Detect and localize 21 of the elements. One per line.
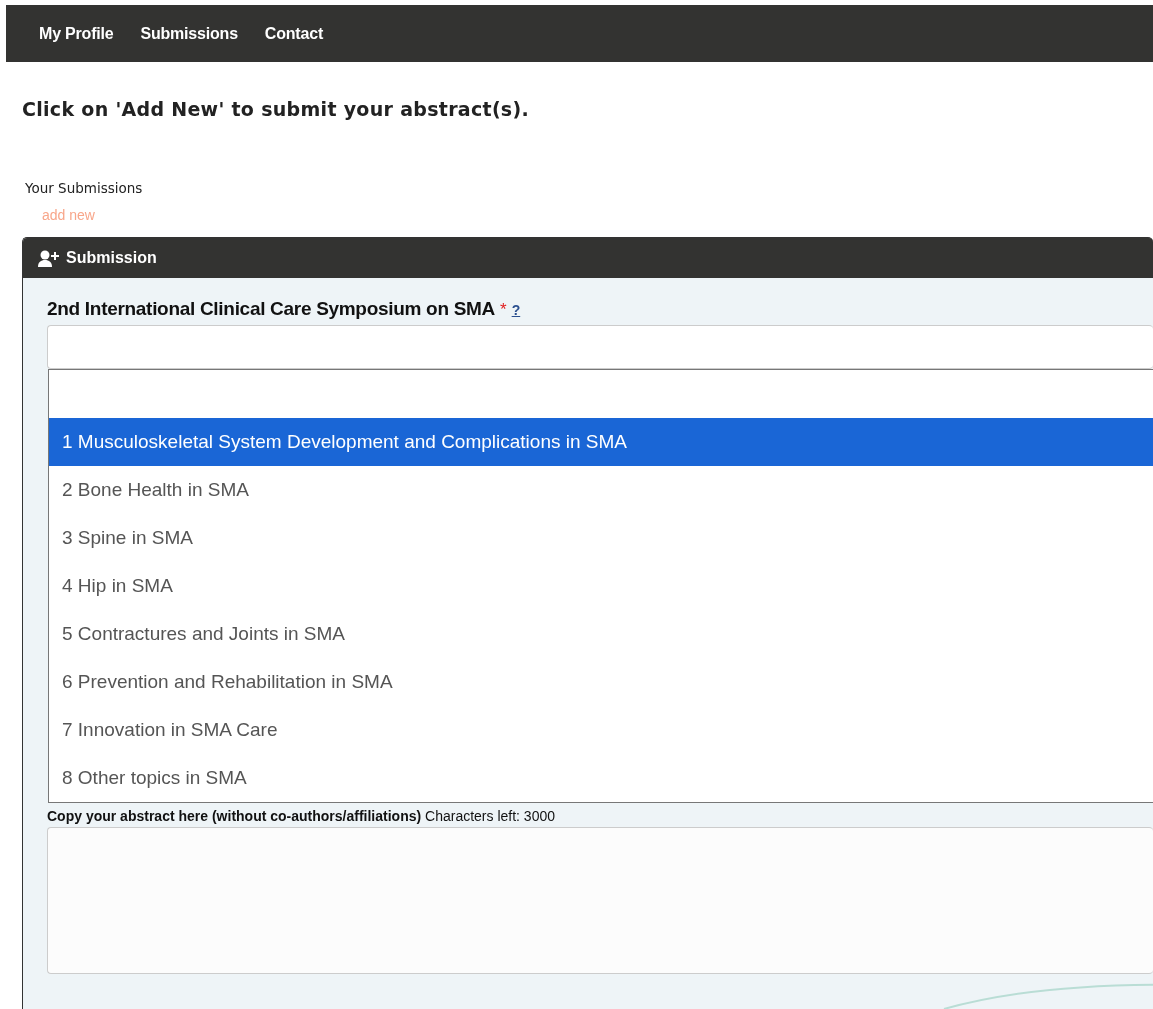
panel-title: Submission [66, 249, 157, 267]
required-mark: * [500, 300, 507, 320]
abstract-label: Copy your abstract here (without co-authors/affiliations) Characters left: 3000 [47, 808, 556, 824]
dropdown-option[interactable]: 5 Contractures and Joints in SMA [49, 610, 1153, 658]
help-link[interactable]: ? [511, 302, 521, 318]
nav-link[interactable]: Contact [264, 24, 323, 43]
dropdown-option[interactable]: 6 Prevention and Rehabilitation in SMA [49, 658, 1153, 706]
dropdown-option[interactable]: 7 Innovation in SMA Care [49, 706, 1153, 754]
field-label: 2nd International Clinical Care Symposium on SMA [47, 298, 495, 320]
dropdown-option[interactable]: 8 Other topics in SMA [49, 754, 1153, 802]
page-heading: Click on 'Add New' to submit your abstract(s). [22, 98, 530, 120]
dropdown-option[interactable]: 3 Spine in SMA [49, 514, 1153, 562]
select-field[interactable] [47, 325, 1153, 369]
add-user-icon [38, 249, 60, 267]
dropdown-option[interactable]: 4 Hip in SMA [49, 562, 1153, 610]
abstract-textarea[interactable] [47, 827, 1153, 974]
section-title: Your Submissions [24, 180, 144, 196]
nav-link[interactable]: My Profile [39, 24, 114, 43]
dropdown-option[interactable]: 1 Musculoskeletal System Development and Complications in SMA [49, 418, 1153, 466]
dropdown-option[interactable]: 2 Bone Health in SMA [49, 466, 1153, 514]
nav-link[interactable]: Submissions [140, 24, 238, 43]
